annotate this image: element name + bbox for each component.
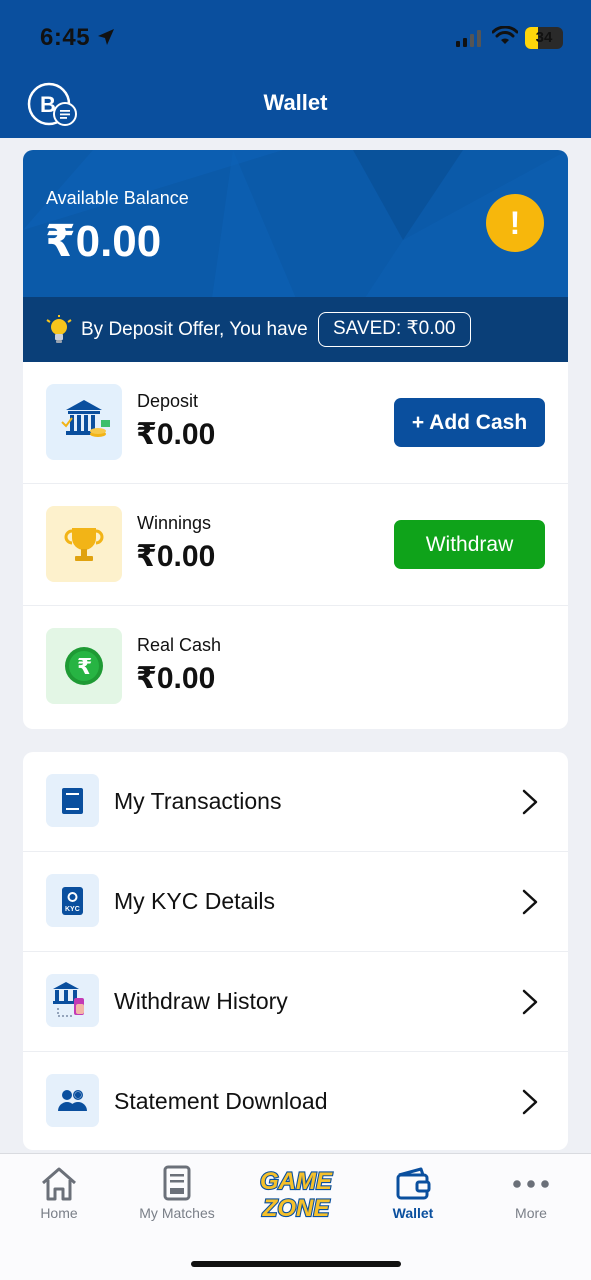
- real-cash-row: ₹ Real Cash ₹0.00: [23, 606, 568, 728]
- deposit-amount: ₹0.00: [136, 418, 216, 451]
- winnings-icon-box: [46, 506, 122, 582]
- deposit-label: Deposit: [137, 391, 199, 411]
- bank-transfer-icon: [53, 982, 84, 1017]
- add-cash-button[interactable]: + Add Cash: [394, 398, 545, 447]
- nav-home[interactable]: Home: [0, 1154, 118, 1244]
- nav-label-home: Home: [40, 1205, 78, 1221]
- battery-percent: 34: [535, 29, 553, 46]
- saved-amount-chip: SAVED: ₹0.00: [318, 312, 471, 347]
- deposit-icon-box: [46, 384, 122, 460]
- rupee-coin-icon: ₹: [65, 647, 103, 685]
- winnings-label: Winnings: [137, 513, 212, 533]
- location-arrow-icon: [98, 29, 114, 45]
- menu-label-my-kyc-details: My KYC Details: [114, 888, 276, 914]
- menu-item-statement-download[interactable]: Statement Download: [23, 1052, 568, 1150]
- menu-item-withdraw-history[interactable]: Withdraw History: [23, 952, 568, 1052]
- available-balance-amount: ₹0.00: [45, 217, 162, 266]
- menu-label-statement-download: Statement Download: [114, 1088, 328, 1114]
- real-cash-amount: ₹0.00: [136, 662, 216, 695]
- bank-icon: [61, 400, 110, 437]
- bank-transfer-icon-box: [46, 974, 99, 1027]
- home-indicator[interactable]: [191, 1261, 401, 1267]
- lightbulb-icon: [46, 315, 72, 343]
- ledger-icon-box: [46, 774, 99, 827]
- nav-more[interactable]: More: [472, 1154, 590, 1244]
- real-cash-icon-box: ₹: [46, 628, 122, 704]
- home-icon: [42, 1167, 76, 1201]
- my-matches-icon: [163, 1165, 191, 1201]
- app-header: 6:45 34 B Wallet: [0, 0, 591, 138]
- battery-indicator: 34: [525, 27, 563, 49]
- trophy-icon: [64, 528, 104, 561]
- menu-label-my-transactions: My Transactions: [114, 788, 282, 814]
- game-zone-line1: GAME: [260, 1168, 333, 1195]
- users-icon-box: [46, 1074, 99, 1127]
- chevron-right-icon: [522, 789, 538, 815]
- chevron-right-icon: [522, 889, 538, 915]
- wallet-icon: [396, 1167, 431, 1200]
- cash-breakdown-card: Deposit ₹0.00 + Add Cash Winnings ₹0.00 …: [23, 362, 568, 729]
- real-cash-label: Real Cash: [137, 635, 222, 655]
- wifi-icon: [492, 26, 518, 44]
- chevron-right-icon: [522, 1089, 538, 1115]
- kyc-icon: KYC: [62, 887, 83, 915]
- deposit-row: Deposit ₹0.00 + Add Cash: [23, 362, 568, 484]
- svg-text:₹: ₹: [77, 655, 92, 680]
- page-title: Wallet: [263, 90, 328, 115]
- wallet-menu-card: My Transactions KYC My KYC Details Withd…: [23, 752, 568, 1150]
- users-icon: [58, 1090, 87, 1111]
- menu-label-withdraw-history: Withdraw History: [114, 988, 288, 1014]
- menu-item-my-kyc-details[interactable]: KYC My KYC Details: [23, 852, 568, 952]
- winnings-amount: ₹0.00: [136, 540, 216, 573]
- svg-text:KYC: KYC: [65, 906, 80, 913]
- alert-icon[interactable]: !: [486, 194, 544, 252]
- balance-card: Available Balance ₹0.00 ! By Deposit Off…: [23, 150, 568, 362]
- deposit-offer-text: By Deposit Offer, You have: [81, 319, 308, 340]
- withdraw-button[interactable]: Withdraw: [394, 520, 545, 569]
- available-balance-label: Available Balance: [46, 188, 189, 208]
- status-bar: 6:45 34: [0, 0, 591, 76]
- menu-item-my-transactions[interactable]: My Transactions: [23, 752, 568, 852]
- chevron-right-icon: [522, 989, 538, 1015]
- nav-label-more: More: [515, 1205, 547, 1221]
- deposit-offer-strip: By Deposit Offer, You have SAVED: ₹0.00: [23, 297, 568, 362]
- status-time: 6:45: [40, 24, 91, 51]
- kyc-icon-box: KYC: [46, 874, 99, 927]
- ledger-icon: [62, 788, 83, 814]
- winnings-row: Winnings ₹0.00 Withdraw: [23, 484, 568, 606]
- nav-my-matches[interactable]: My Matches: [118, 1154, 236, 1244]
- nav-label-my-matches: My Matches: [139, 1205, 215, 1221]
- nav-label-wallet: Wallet: [392, 1205, 434, 1221]
- cellular-signal-icon: [456, 30, 481, 47]
- game-zone-line2: ZONE: [262, 1195, 331, 1222]
- more-dots-icon: [513, 1180, 549, 1188]
- nav-wallet[interactable]: Wallet: [354, 1154, 472, 1244]
- game-zone-logo[interactable]: GAME ZONE: [236, 1164, 356, 1222]
